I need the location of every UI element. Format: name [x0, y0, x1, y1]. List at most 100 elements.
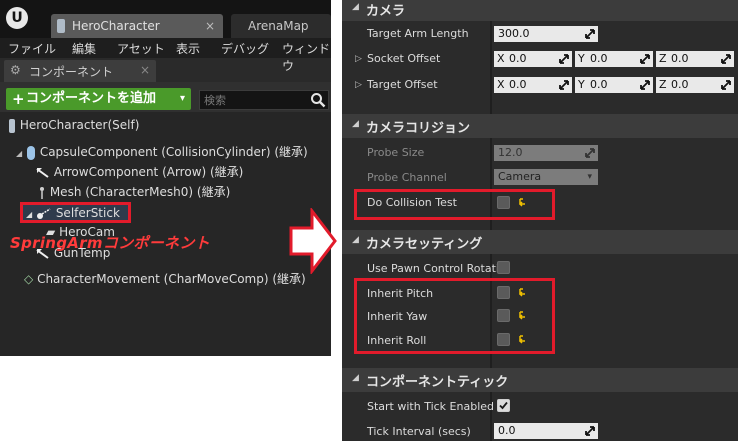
movement-icon: ◇: [24, 272, 34, 286]
expand-arrow-icon[interactable]: ◢: [16, 149, 22, 158]
drag-handle-icon[interactable]: [721, 80, 731, 90]
details-panel: ◢ カメラ Target Arm Length 300.0 ▷ Socket O…: [342, 0, 738, 441]
field-value: 300.0: [498, 27, 530, 40]
drag-handle-icon[interactable]: [559, 54, 569, 64]
unreal-logo-icon: U: [6, 7, 28, 29]
search-input[interactable]: [204, 91, 304, 109]
collapse-arrow-icon: ◢: [352, 373, 359, 383]
reset-to-default-icon[interactable]: [517, 197, 527, 207]
menu-asset[interactable]: アセット: [117, 40, 165, 57]
menu-debug[interactable]: デバッグ: [221, 40, 269, 57]
field-value: 0.0: [498, 424, 516, 437]
arrow-component-icon: [36, 167, 49, 178]
tree-item-selferstick[interactable]: ◢ SelferStick: [26, 204, 120, 222]
tab-herocharacter[interactable]: HeroCharacter ×: [51, 14, 223, 38]
add-component-label: コンポーネントを追加: [26, 91, 157, 106]
components-window: U HeroCharacter × ArenaMap ファイル 編集 アセット …: [0, 0, 331, 356]
axis-label: X: [497, 52, 505, 65]
close-icon[interactable]: ×: [205, 14, 215, 38]
field-value: 0.0: [671, 52, 689, 65]
inherit-yaw-checkbox[interactable]: [497, 309, 510, 322]
category-component-tick[interactable]: ◢ コンポーネントティック: [342, 368, 738, 392]
reset-to-default-icon[interactable]: [517, 334, 527, 344]
reset-to-default-icon[interactable]: [517, 287, 527, 297]
drag-handle-icon[interactable]: [640, 80, 650, 90]
tab-arenamap[interactable]: ArenaMap: [231, 14, 331, 38]
drag-handle-icon[interactable]: [585, 148, 595, 158]
title-bar: U HeroCharacter × ArenaMap: [0, 0, 331, 38]
axis-label: Z: [659, 52, 667, 65]
drag-handle-icon[interactable]: [559, 80, 569, 90]
field-value: 0.0: [509, 52, 527, 65]
inherit-pitch-label: Inherit Pitch: [367, 287, 434, 300]
tick-interval-label: Tick Interval (secs): [367, 425, 471, 438]
reset-to-default-icon[interactable]: [517, 310, 527, 320]
expand-arrow-icon[interactable]: ◢: [26, 210, 32, 219]
blueprint-pawn-icon: [57, 19, 65, 33]
category-camera-settings[interactable]: ◢ カメラセッティング: [342, 230, 738, 254]
do-collision-test-label: Do Collision Test: [367, 196, 457, 209]
capsule-icon: [26, 145, 35, 160]
menu-edit[interactable]: 編集: [72, 40, 96, 57]
tick-interval-field[interactable]: 0.0: [494, 423, 598, 439]
probe-size-field[interactable]: 12.0: [494, 145, 598, 161]
inherit-pitch-checkbox[interactable]: [497, 286, 510, 299]
drag-handle-icon[interactable]: [585, 426, 595, 436]
inherit-yaw-label: Inherit Yaw: [367, 310, 428, 323]
target-offset-x-field[interactable]: X 0.0: [494, 77, 572, 93]
search-box[interactable]: [199, 90, 329, 110]
add-component-button[interactable]: + コンポーネントを追加 ▾: [6, 88, 191, 110]
inherit-roll-label: Inherit Roll: [367, 334, 427, 347]
expand-arrow-icon[interactable]: ▷: [355, 80, 362, 90]
chevron-down-icon: ▾: [179, 93, 185, 104]
drag-handle-icon[interactable]: [585, 29, 595, 39]
pawn-icon: [9, 118, 15, 133]
collapse-arrow-icon: ◢: [352, 235, 359, 245]
field-value: 0.0: [671, 78, 689, 91]
expand-arrow-icon[interactable]: ▷: [355, 54, 362, 64]
target-arm-length-label: Target Arm Length: [367, 27, 469, 40]
skeletal-mesh-icon: [40, 186, 44, 199]
use-pawn-control-rotation-checkbox[interactable]: [497, 261, 510, 274]
tree-item-arrow[interactable]: ArrowComponent (Arrow) (継承): [36, 163, 243, 181]
menu-window[interactable]: ウィンドウ: [282, 40, 331, 74]
collapse-arrow-icon: ◢: [352, 119, 359, 129]
start-with-tick-enabled-label: Start with Tick Enabled: [367, 400, 495, 413]
tab-components[interactable]: ⚙ コンポーネント ×: [4, 60, 156, 82]
tab-label: HeroCharacter: [72, 19, 160, 33]
tree-item-mesh[interactable]: Mesh (CharacterMesh0) (継承): [38, 183, 230, 201]
target-offset-y-field[interactable]: Y 0.0: [575, 77, 653, 93]
use-pawn-control-rotation-label: Use Pawn Control Rotatio: [367, 262, 506, 275]
search-icon[interactable]: [310, 92, 326, 108]
inherit-roll-checkbox[interactable]: [497, 333, 510, 346]
drag-handle-icon[interactable]: [721, 54, 731, 64]
probe-size-label: Probe Size: [367, 146, 425, 159]
probe-channel-dropdown[interactable]: Camera ▾: [494, 169, 598, 185]
drag-handle-icon[interactable]: [640, 54, 650, 64]
menu-bar: ファイル 編集 アセット 表示 デバッグ ウィンドウ: [0, 38, 331, 73]
tree-item-root[interactable]: HeroCharacter(Self): [8, 116, 139, 134]
tab-label: コンポーネント: [29, 65, 114, 79]
collapse-arrow-icon: ◢: [352, 2, 359, 12]
socket-offset-z-field[interactable]: Z 0.0: [656, 51, 734, 67]
category-camera[interactable]: ◢ カメラ: [342, 0, 738, 21]
target-arm-length-field[interactable]: 300.0: [494, 26, 598, 42]
menu-file[interactable]: ファイル: [8, 40, 56, 57]
category-camera-collision[interactable]: ◢ カメラコリジョン: [342, 114, 738, 138]
menu-view[interactable]: 表示: [176, 40, 200, 57]
target-offset-z-field[interactable]: Z 0.0: [656, 77, 734, 93]
field-value: 0.0: [509, 78, 527, 91]
tree-item-movement[interactable]: ◇ CharacterMovement (CharMoveComp) (継承): [24, 270, 306, 288]
tree-item-label: HeroCharacter(Self): [19, 118, 140, 132]
category-label: カメラ: [366, 4, 406, 19]
probe-channel-label: Probe Channel: [367, 171, 447, 184]
category-label: カメラコリジョン: [366, 121, 471, 136]
arrow-right-icon: [289, 208, 337, 274]
do-collision-test-checkbox[interactable]: [497, 196, 510, 209]
socket-offset-y-field[interactable]: Y 0.0: [575, 51, 653, 67]
start-with-tick-enabled-checkbox[interactable]: [497, 399, 510, 412]
category-label: カメラセッティング: [366, 237, 483, 252]
close-icon[interactable]: ×: [140, 63, 150, 77]
socket-offset-x-field[interactable]: X 0.0: [494, 51, 572, 67]
tree-item-capsule[interactable]: ◢ CapsuleComponent (CollisionCylinder) (…: [16, 143, 308, 161]
